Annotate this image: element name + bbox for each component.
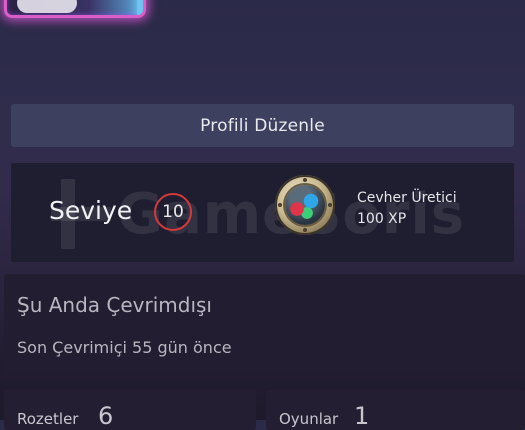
edit-profile-button[interactable]: Profili Düzenle <box>11 104 514 147</box>
games-stat-card[interactable]: Oyunlar 1 <box>266 390 525 430</box>
stat-label: Oyunlar <box>279 410 339 428</box>
stat-label: Rozetler <box>17 410 79 428</box>
level-panel: GameSoris Seviye 10 Cevher Üretici 100 X… <box>11 163 514 262</box>
online-status-title: Şu Anda Çevrimdışı <box>17 293 212 317</box>
level-label: Seviye <box>49 196 133 225</box>
avatar <box>17 0 77 13</box>
status-panel: Şu Anda Çevrimdışı Son Çevrimiçi 55 gün … <box>4 274 525 373</box>
stat-value: 6 <box>98 402 114 430</box>
badge-xp: 100 XP <box>357 211 407 227</box>
badges-stat-card[interactable]: Rozetler 6 <box>4 390 256 430</box>
badge-core <box>285 185 325 225</box>
ore-extractor-badge-icon[interactable] <box>275 175 335 235</box>
badge-rivet <box>303 228 307 232</box>
badge-rivet <box>278 203 282 207</box>
last-online-text: Son Çevrimiçi 55 gün önce <box>17 338 232 357</box>
badge-rivet <box>328 203 332 207</box>
level-badge[interactable]: 10 <box>154 193 192 231</box>
badge-name[interactable]: Cevher Üretici <box>357 190 457 206</box>
badge-rivet <box>303 178 307 182</box>
avatar-frame[interactable] <box>4 0 146 18</box>
stat-value: 1 <box>354 402 370 430</box>
avatar-frame-glow <box>137 0 143 15</box>
